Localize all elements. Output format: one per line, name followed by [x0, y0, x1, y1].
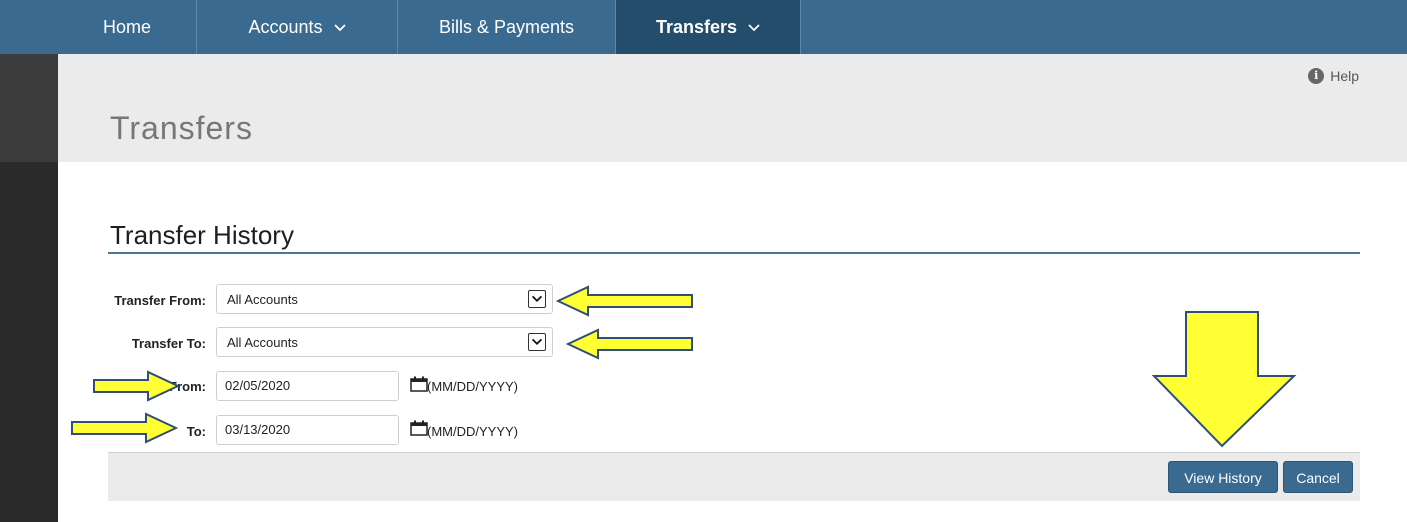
- select-arrow-icon: [528, 290, 546, 308]
- left-rail: [0, 0, 58, 522]
- cancel-button[interactable]: Cancel: [1283, 461, 1353, 493]
- nav-item-transfers[interactable]: Transfers: [616, 0, 801, 54]
- yellow-arrow-icon: [71, 412, 178, 444]
- view-history-button[interactable]: View History: [1168, 461, 1278, 493]
- help-link[interactable]: i Help: [1308, 68, 1359, 84]
- section-title: Transfer History: [110, 220, 294, 250]
- transfer-to-value: All Accounts: [227, 335, 298, 350]
- date-from-input[interactable]: 02/05/2020: [216, 371, 399, 401]
- nav-item-label: Accounts: [248, 17, 323, 37]
- chevron-down-icon: [748, 24, 760, 32]
- transfer-from-value: All Accounts: [227, 292, 298, 307]
- yellow-arrow-icon: [566, 328, 693, 360]
- date-to-format-hint: (MM/DD/YYYY): [427, 424, 518, 439]
- calendar-icon[interactable]: [410, 376, 428, 392]
- page-title: Transfers: [110, 110, 253, 146]
- nav-item-bills-payments[interactable]: Bills & Payments: [398, 0, 616, 54]
- yellow-arrow-icon: [93, 370, 180, 402]
- date-from-format-hint: (MM/DD/YYYY): [427, 379, 518, 394]
- left-rail-top: [0, 0, 58, 54]
- action-bar: View History Cancel: [108, 452, 1360, 501]
- yellow-arrow-icon: [1151, 311, 1297, 448]
- nav-item-label: Bills & Payments: [438, 17, 575, 37]
- transfer-to-label: Transfer To:: [131, 336, 206, 351]
- transfer-from-select[interactable]: All Accounts: [216, 284, 553, 314]
- calendar-icon[interactable]: [410, 420, 428, 436]
- page-header: i Help Transfers: [58, 54, 1407, 162]
- yellow-arrow-icon: [556, 285, 693, 317]
- date-to-input[interactable]: 03/13/2020: [216, 415, 399, 445]
- section-divider: [108, 252, 1360, 254]
- info-icon: i: [1308, 68, 1325, 84]
- left-rail-mid: [0, 54, 58, 162]
- chevron-down-icon: [333, 24, 346, 32]
- nav-item-accounts[interactable]: Accounts: [197, 0, 398, 54]
- nav-item-home[interactable]: Home: [58, 0, 197, 54]
- transfer-from-label: Transfer From:: [114, 293, 206, 308]
- nav-item-label: Transfers: [655, 17, 738, 37]
- select-arrow-icon: [528, 333, 546, 351]
- top-nav: Home Accounts Bills & Payments Transfers: [58, 0, 1407, 55]
- nav-item-label: Home: [102, 17, 151, 37]
- help-label: Help: [1330, 68, 1359, 84]
- transfer-to-select[interactable]: All Accounts: [216, 327, 553, 357]
